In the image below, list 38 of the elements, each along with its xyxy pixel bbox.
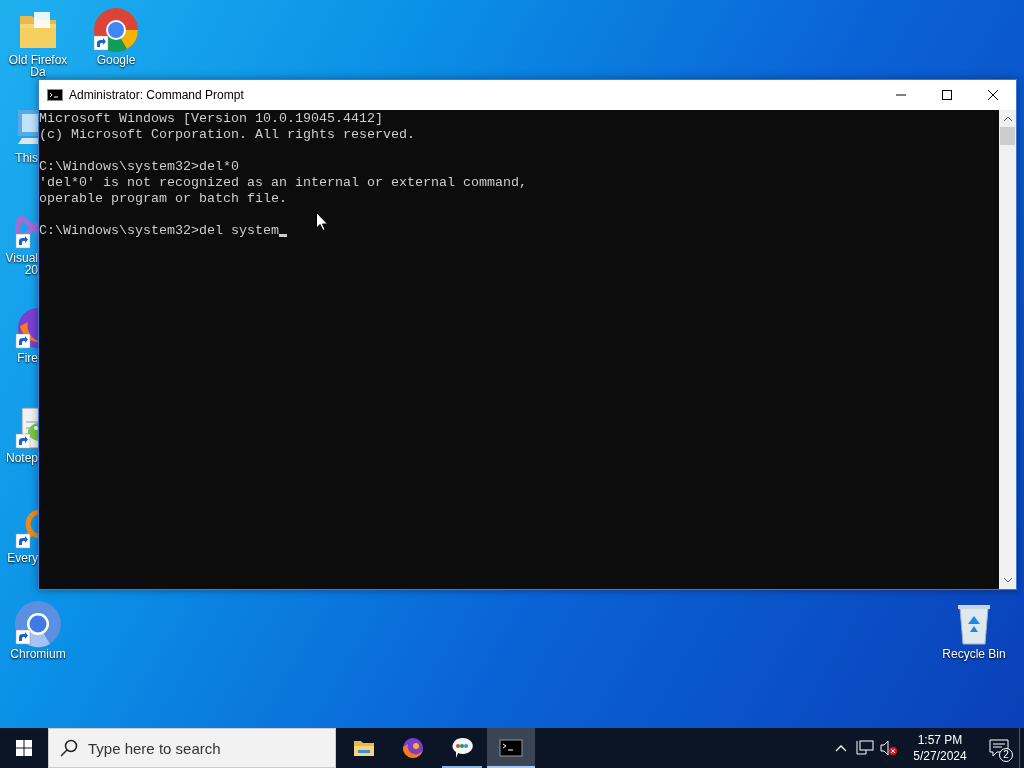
chevron-up-icon: [835, 744, 847, 752]
console-line: C:\Windows\system32>del system: [39, 223, 279, 239]
console-line: Microsoft Windows [Version 10.0.19045.4412]: [39, 111, 383, 127]
icon-label: Chromium: [10, 648, 66, 660]
taskbar-app-button[interactable]: [486, 728, 535, 768]
search-icon: [60, 739, 78, 757]
console-line: (c) Microsoft Corporation. All rights reserved.: [39, 127, 415, 143]
icon-label: Old Firefox: [8, 54, 68, 66]
shortcut-browser-icon[interactable]: [14, 600, 62, 648]
maximize-icon: [942, 90, 952, 100]
icon-label: Notep: [5, 452, 38, 464]
mouse-pointer-icon: [316, 212, 328, 231]
clock[interactable]: 1:57 PM 5/27/2024: [901, 728, 979, 768]
icon-label: Da: [30, 66, 46, 78]
shortcut-browser-icon[interactable]: [92, 6, 140, 54]
console-icon: [498, 736, 523, 760]
icon-label: Every: [7, 552, 38, 564]
speech-bubble-icon: [449, 736, 474, 760]
icon-label: Visual: [5, 252, 38, 264]
console-line: 'del*0' is not recognized as an internal or external command,: [39, 175, 527, 191]
window-title: Administrator: Command Prompt: [69, 87, 245, 104]
icon-label: This: [15, 152, 38, 164]
icon-label: 20: [24, 264, 38, 276]
close-icon: [988, 90, 998, 100]
search-field[interactable]: Type here to search: [48, 728, 336, 768]
scrollbar[interactable]: [999, 110, 1016, 589]
icon-label: Google: [96, 54, 136, 66]
message-icon: [989, 739, 1009, 757]
console-line: operable program or batch file.: [39, 191, 287, 207]
scroll-thumb[interactable]: [1000, 127, 1015, 145]
icon-label: Fire: [17, 352, 38, 364]
windows-logo-icon: [16, 740, 32, 756]
console-app-icon: [47, 89, 63, 101]
notifications-button[interactable]: 2: [979, 728, 1019, 768]
console-line: C:\Windows\system32>del*0: [39, 159, 239, 175]
fox-globe-icon: [400, 736, 425, 760]
notification-count: 2: [999, 748, 1013, 762]
icon-label: Recycle Bin: [942, 648, 1006, 660]
